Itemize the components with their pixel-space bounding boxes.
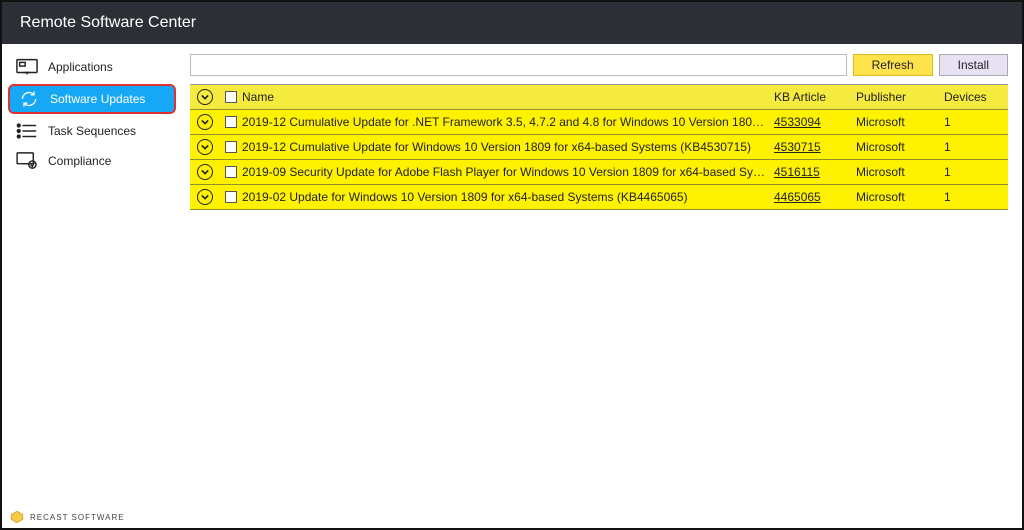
- cell-name: 2019-12 Cumulative Update for .NET Frame…: [242, 115, 774, 129]
- kb-link[interactable]: 4516115: [774, 165, 820, 179]
- header-expand-cell: [190, 89, 220, 105]
- kb-link[interactable]: 4465065: [774, 190, 821, 204]
- install-button[interactable]: Install: [939, 54, 1008, 76]
- chevron-down-icon[interactable]: [197, 89, 213, 105]
- cell-name: 2019-02 Update for Windows 10 Version 18…: [242, 190, 774, 204]
- title-bar: Remote Software Center: [2, 2, 1022, 44]
- cell-name: 2019-12 Cumulative Update for Windows 10…: [242, 140, 774, 154]
- sidebar-item-software-updates[interactable]: Software Updates: [8, 84, 176, 114]
- cell-devices: 1: [944, 165, 1008, 179]
- sidebar-item-task-sequences[interactable]: Task Sequences: [2, 116, 182, 146]
- cell-name: 2019-09 Security Update for Adobe Flash …: [242, 165, 774, 179]
- toolbar: Refresh Install: [190, 52, 1008, 78]
- col-header-kb[interactable]: KB Article: [774, 90, 856, 104]
- chevron-down-icon[interactable]: [197, 164, 213, 180]
- kb-link[interactable]: 4530715: [774, 140, 821, 154]
- table-row[interactable]: 2019-12 Cumulative Update for .NET Frame…: [190, 110, 1008, 135]
- cell-publisher: Microsoft: [856, 115, 944, 129]
- cell-publisher: Microsoft: [856, 140, 944, 154]
- sidebar-item-label: Applications: [48, 60, 113, 74]
- brand-logo-icon: [10, 510, 24, 524]
- row-checkbox[interactable]: [225, 166, 237, 178]
- col-header-devices[interactable]: Devices: [944, 90, 1008, 104]
- chevron-down-icon[interactable]: [197, 189, 213, 205]
- col-header-name[interactable]: Name: [242, 90, 774, 104]
- table-row[interactable]: 2019-02 Update for Windows 10 Version 18…: [190, 185, 1008, 210]
- row-checkbox[interactable]: [225, 116, 237, 128]
- sidebar-item-label: Task Sequences: [48, 124, 136, 138]
- footer-brand: RECAST SOFTWARE: [30, 513, 125, 522]
- refresh-button[interactable]: Refresh: [853, 54, 933, 76]
- list-icon: [16, 122, 38, 140]
- sidebar-item-label: Software Updates: [50, 92, 145, 106]
- compliance-icon: [16, 152, 38, 170]
- row-checkbox[interactable]: [225, 141, 237, 153]
- cell-publisher: Microsoft: [856, 165, 944, 179]
- table-row[interactable]: 2019-12 Cumulative Update for Windows 10…: [190, 135, 1008, 160]
- cell-devices: 1: [944, 190, 1008, 204]
- sidebar: Applications Software Updates Task Seque…: [2, 44, 182, 528]
- updates-grid: Name KB Article Publisher Devices 2019-1…: [190, 84, 1008, 210]
- chevron-down-icon[interactable]: [197, 139, 213, 155]
- main-panel: Refresh Install Name KB Article Publishe…: [182, 44, 1022, 528]
- footer: RECAST SOFTWARE: [10, 510, 125, 524]
- app-window: Remote Software Center Applications Soft…: [0, 0, 1024, 530]
- col-header-publisher[interactable]: Publisher: [856, 90, 944, 104]
- select-all-checkbox[interactable]: [225, 91, 237, 103]
- header-checkbox-cell: [220, 91, 242, 103]
- app-body: Applications Software Updates Task Seque…: [2, 44, 1022, 528]
- grid-body: 2019-12 Cumulative Update for .NET Frame…: [190, 110, 1008, 210]
- sidebar-item-compliance[interactable]: Compliance: [2, 146, 182, 176]
- sidebar-item-label: Compliance: [48, 154, 111, 168]
- refresh-icon: [18, 90, 40, 108]
- row-checkbox[interactable]: [225, 191, 237, 203]
- cell-publisher: Microsoft: [856, 190, 944, 204]
- sidebar-item-applications[interactable]: Applications: [2, 52, 182, 82]
- applications-icon: [16, 58, 38, 76]
- app-title: Remote Software Center: [20, 14, 196, 32]
- grid-header-row: Name KB Article Publisher Devices: [190, 85, 1008, 110]
- chevron-down-icon[interactable]: [197, 114, 213, 130]
- cell-devices: 1: [944, 115, 1008, 129]
- table-row[interactable]: 2019-09 Security Update for Adobe Flash …: [190, 160, 1008, 185]
- kb-link[interactable]: 4533094: [774, 115, 821, 129]
- search-input[interactable]: [190, 54, 847, 76]
- cell-devices: 1: [944, 140, 1008, 154]
